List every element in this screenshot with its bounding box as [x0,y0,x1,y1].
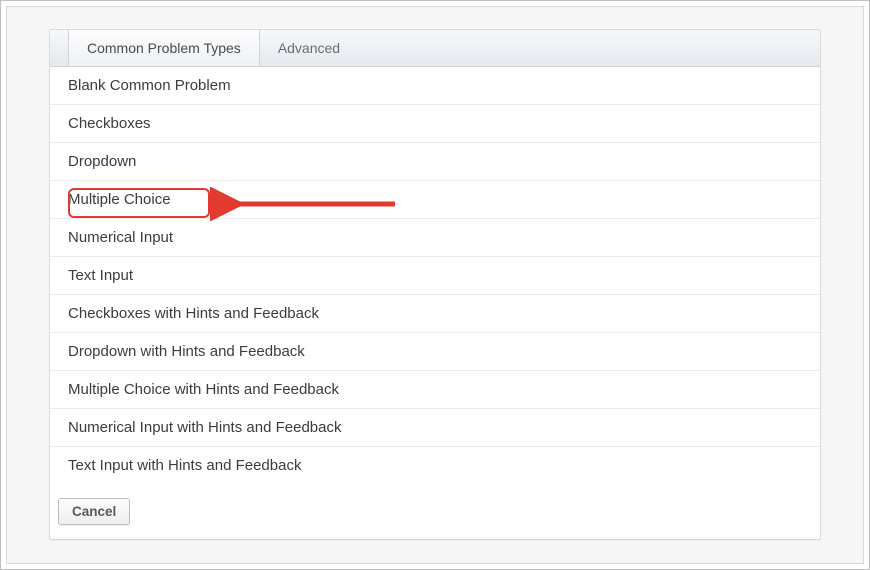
list-item-label: Checkboxes with Hints and Feedback [68,305,319,322]
list-item[interactable]: Checkboxes [50,105,820,143]
list-item-label: Numerical Input with Hints and Feedback [68,419,341,436]
tab-common-problem-types[interactable]: Common Problem Types [68,30,260,66]
list-item[interactable]: Blank Common Problem [50,67,820,105]
list-item[interactable]: Dropdown with Hints and Feedback [50,333,820,371]
problem-type-list: Blank Common Problem Checkboxes Dropdown… [50,67,820,484]
list-item-label: Text Input with Hints and Feedback [68,457,301,474]
list-item-label: Dropdown [68,153,136,170]
list-item-label: Text Input [68,267,133,284]
list-item[interactable]: Dropdown [50,143,820,181]
list-item-label: Numerical Input [68,229,173,246]
tab-label: Advanced [278,40,340,56]
list-item-label: Dropdown with Hints and Feedback [68,343,305,360]
panel-footer: Cancel [50,484,820,539]
list-item[interactable]: Checkboxes with Hints and Feedback [50,295,820,333]
list-item[interactable]: Text Input with Hints and Feedback [50,447,820,484]
cancel-button[interactable]: Cancel [58,498,130,525]
inner-frame: Common Problem Types Advanced Blank Comm… [6,6,864,564]
list-item[interactable]: Numerical Input [50,219,820,257]
list-item[interactable]: Text Input [50,257,820,295]
cancel-button-label: Cancel [72,504,116,519]
tab-label: Common Problem Types [87,40,241,56]
list-item-label: Checkboxes [68,115,151,132]
list-item[interactable]: Numerical Input with Hints and Feedback [50,409,820,447]
list-item-label: Blank Common Problem [68,77,231,94]
tab-bar: Common Problem Types Advanced [50,29,820,67]
outer-frame: Common Problem Types Advanced Blank Comm… [0,0,870,570]
list-item-multiple-choice[interactable]: Multiple Choice [50,181,820,219]
list-item[interactable]: Multiple Choice with Hints and Feedback [50,371,820,409]
tab-advanced[interactable]: Advanced [260,30,358,66]
problem-type-panel: Common Problem Types Advanced Blank Comm… [49,29,821,540]
list-item-label: Multiple Choice with Hints and Feedback [68,381,339,398]
list-item-label: Multiple Choice [68,191,171,208]
